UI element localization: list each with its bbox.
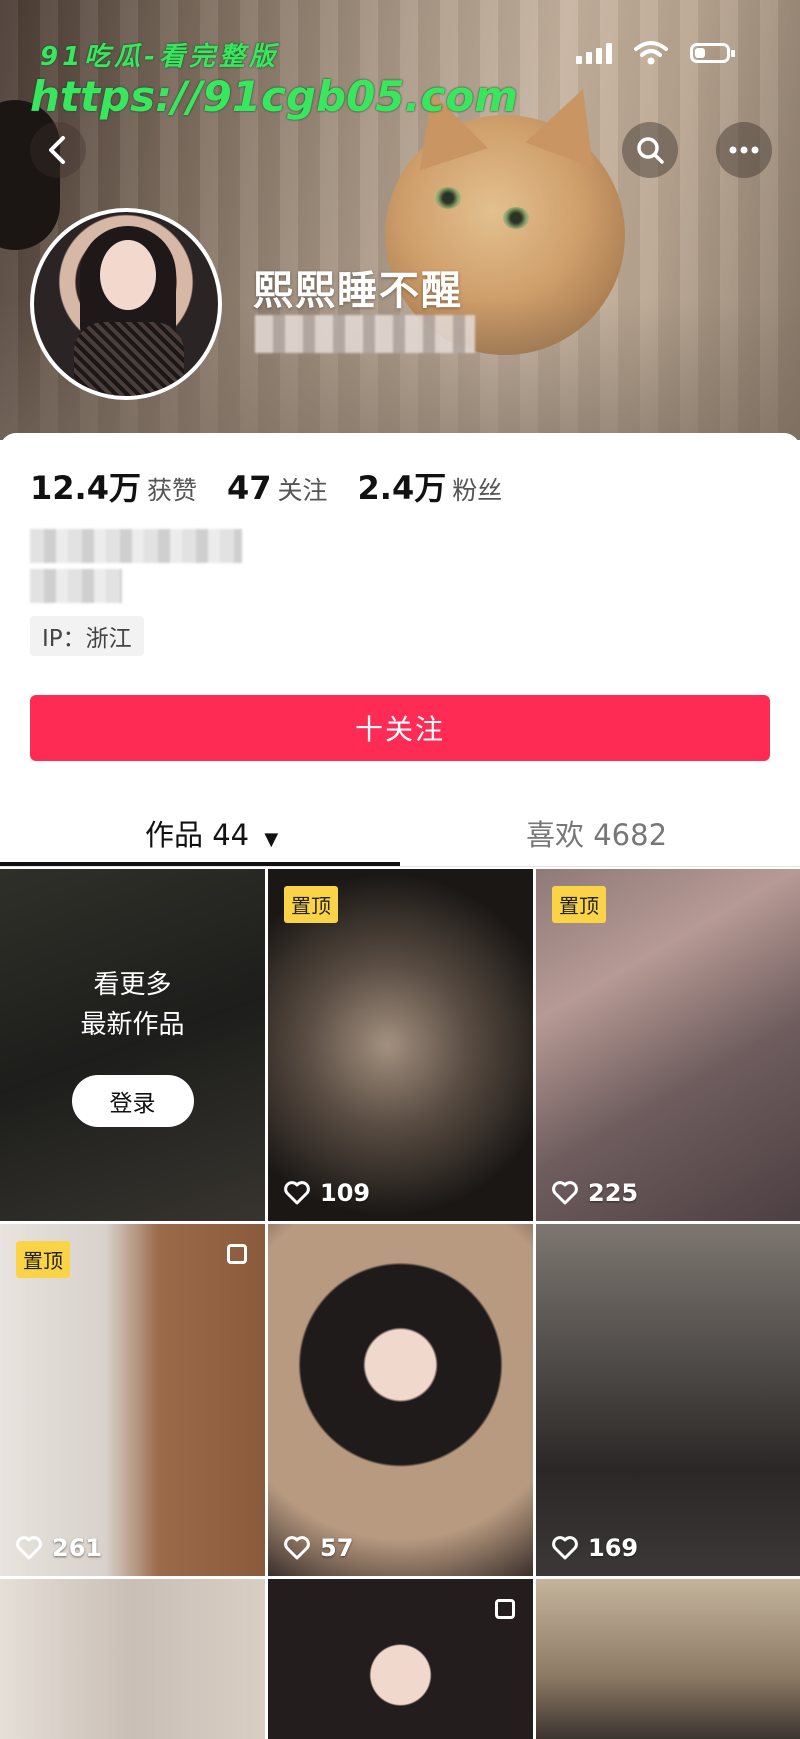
grid-item[interactable]	[268, 1579, 533, 1739]
search-button[interactable]	[622, 122, 678, 178]
more-options-button[interactable]	[716, 122, 772, 178]
pinned-badge: 置顶	[552, 886, 606, 923]
heart-icon	[284, 1181, 310, 1205]
back-button[interactable]	[30, 122, 86, 178]
watermark-title: 91吃瓜-看完整版	[40, 42, 279, 72]
status-icons	[576, 40, 735, 66]
heart-icon	[16, 1536, 42, 1560]
like-count-value: 169	[588, 1534, 639, 1562]
see-more-tile[interactable]: 看更多 最新作品 登录	[0, 869, 265, 1221]
following-label[interactable]: 关注	[278, 471, 328, 507]
grid-item[interactable]: 57	[268, 1224, 533, 1576]
heart-icon	[284, 1536, 310, 1560]
followers-count[interactable]: 2.4万	[358, 463, 447, 509]
like-count-value: 261	[52, 1534, 103, 1562]
follow-button[interactable]: 十关注	[30, 695, 770, 761]
tab-works[interactable]: 作品 44 ▼	[145, 812, 278, 854]
grid-item[interactable]: 置顶 261	[0, 1224, 265, 1576]
grid-item[interactable]: 置顶 225	[536, 869, 800, 1221]
tab-likes[interactable]: 喜欢 4682	[526, 812, 667, 854]
tab-divider	[0, 866, 800, 867]
like-count-value: 57	[320, 1534, 354, 1562]
see-more-line-1: 看更多	[93, 970, 172, 1000]
like-count: 169	[552, 1534, 638, 1562]
blurred-account-id	[255, 315, 475, 353]
following-count[interactable]: 47	[227, 469, 272, 507]
search-icon	[637, 137, 664, 164]
like-count: 261	[16, 1534, 102, 1562]
watermark-url: https://91cgb05.com	[30, 72, 518, 121]
battery-icon	[690, 43, 735, 63]
ip-location-tag: IP：浙江	[30, 616, 144, 656]
login-button[interactable]: 登录	[71, 1075, 194, 1127]
heart-icon	[552, 1181, 578, 1205]
like-count: 57	[284, 1534, 353, 1562]
pinned-badge: 置顶	[16, 1241, 70, 1278]
wifi-icon	[634, 41, 668, 65]
grid-item[interactable]: 置顶 109	[268, 869, 533, 1221]
content-tabs: 作品 44 ▼ 喜欢 4682	[0, 788, 800, 868]
see-more-text: 看更多 最新作品	[80, 965, 184, 1045]
battery-level	[695, 48, 706, 58]
followers-label[interactable]: 粉丝	[452, 471, 502, 507]
caret-down-icon: ▼	[264, 829, 279, 850]
chevron-left-icon	[49, 136, 65, 164]
multi-image-icon	[495, 1599, 515, 1619]
cat-eye-left	[435, 187, 461, 209]
multi-image-icon	[227, 1244, 247, 1264]
cat-eye-right	[503, 207, 529, 229]
profile-card: 12.4万 获赞 47 关注 2.4万 粉丝 IP：浙江 十关注 作品 44 ▼…	[0, 433, 800, 1739]
grid-item[interactable]	[536, 1579, 800, 1739]
signal-icon	[576, 42, 612, 64]
avatar-clothing	[74, 322, 184, 396]
pinned-badge: 置顶	[284, 886, 338, 923]
grid-item[interactable]	[0, 1579, 265, 1739]
see-more-overlay: 看更多 最新作品 登录	[0, 869, 265, 1221]
like-count: 109	[284, 1179, 370, 1207]
blurred-bio-line-2	[30, 569, 122, 603]
avatar-face	[100, 240, 156, 310]
likes-count: 12.4万	[30, 469, 141, 507]
tab-works-label: 作品 44	[145, 818, 250, 852]
heart-icon	[552, 1536, 578, 1560]
more-icon	[729, 146, 759, 154]
blurred-bio-line-1	[30, 529, 242, 563]
grid-item[interactable]: 169	[536, 1224, 800, 1576]
profile-stats: 12.4万 获赞 47 关注 2.4万 粉丝	[30, 463, 532, 509]
status-bar: 91吃瓜-看完整版 https://91cgb05.com	[0, 0, 800, 121]
like-count-value: 225	[588, 1179, 639, 1207]
like-count: 225	[552, 1179, 638, 1207]
likes-label: 获赞	[146, 476, 197, 505]
see-more-line-2: 最新作品	[80, 1010, 185, 1040]
like-count-value: 109	[320, 1179, 371, 1207]
profile-header-background: 91吃瓜-看完整版 https://91cgb05.com 熙熙睡不醒	[0, 0, 800, 440]
avatar[interactable]	[30, 208, 222, 400]
profile-name: 熙熙睡不醒	[253, 268, 463, 314]
